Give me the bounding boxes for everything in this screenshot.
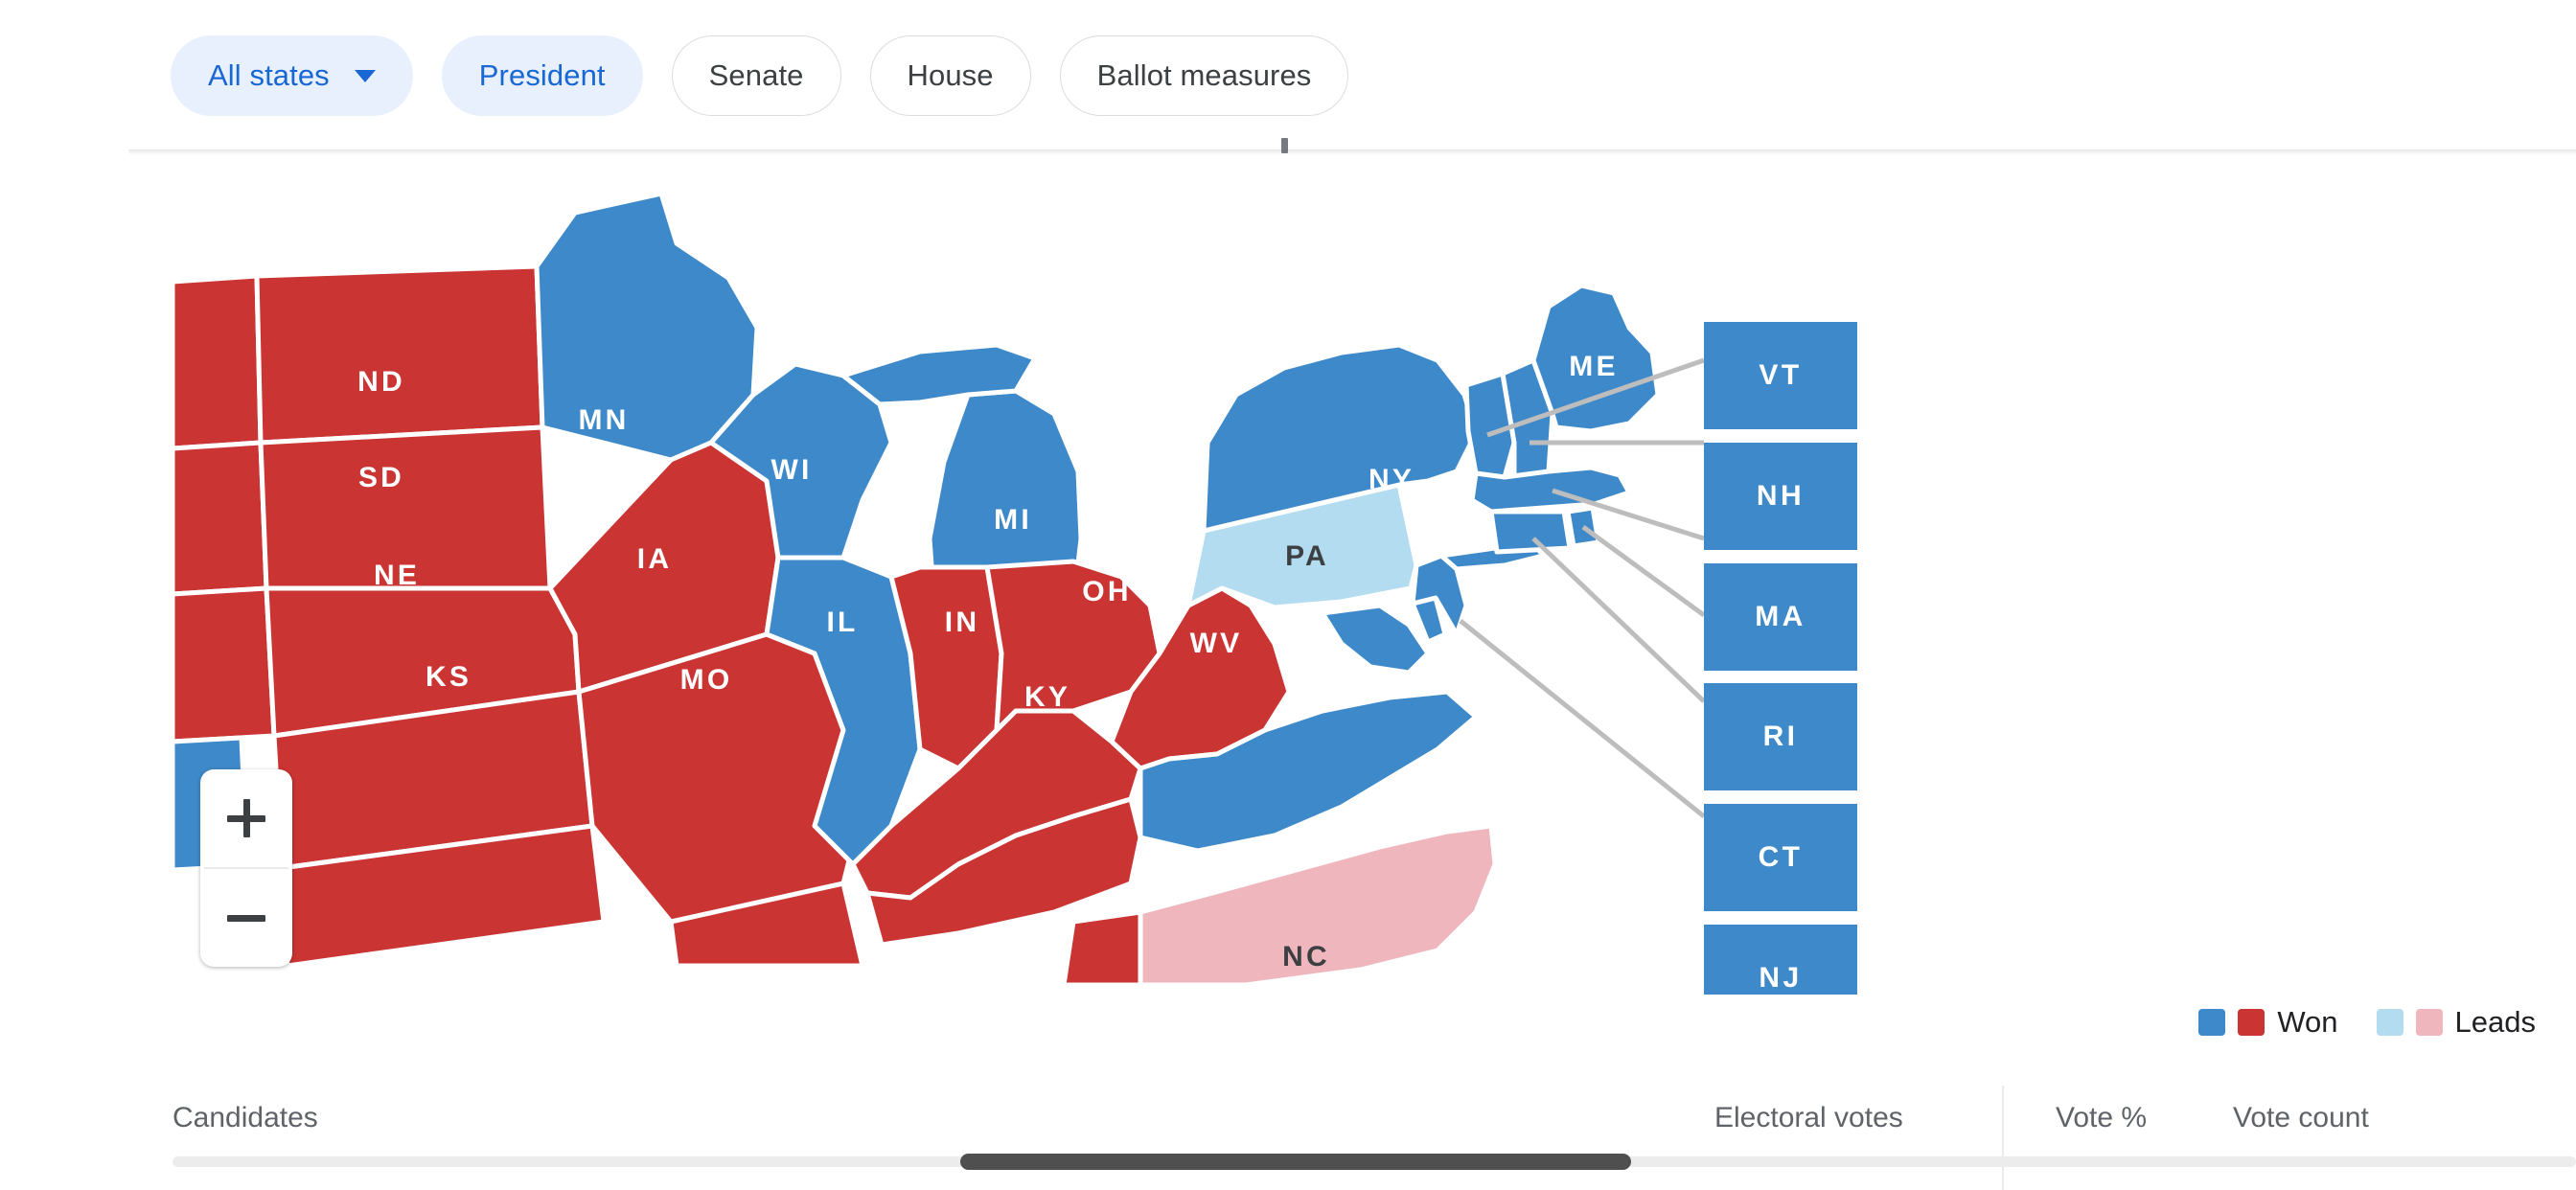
zoom-in-button[interactable] — [200, 769, 292, 867]
filter-all-states[interactable]: All states — [171, 35, 413, 116]
svg-text:VA: VA — [1312, 652, 1356, 684]
map-legend: Won Leads — [2198, 1005, 2536, 1040]
svg-text:NY: NY — [1368, 464, 1414, 495]
svg-text:ME: ME — [1569, 351, 1618, 382]
svg-text:WI: WI — [770, 454, 812, 486]
zoom-out-button[interactable] — [200, 869, 292, 967]
callout-ri[interactable]: RI — [1704, 683, 1857, 790]
callout-label-ct: CT — [1758, 841, 1804, 873]
legend-item-won: Won — [2198, 1005, 2338, 1040]
legend-swatch-leads-rep — [2415, 1009, 2443, 1036]
svg-text:NE: NE — [374, 560, 420, 591]
svg-text:SD: SD — [358, 462, 404, 493]
plus-icon-vertical — [242, 799, 250, 837]
filter-all-states-label: All states — [208, 58, 330, 92]
chevron-down-icon — [354, 69, 376, 82]
minus-icon — [227, 914, 265, 922]
legend-item-leads: Leads — [2376, 1005, 2536, 1040]
svg-text:IL: IL — [826, 606, 858, 638]
scroll-indicator-nub — [1281, 138, 1288, 153]
tab-ballot-measures-label: Ballot measures — [1096, 58, 1312, 92]
table-column-divider — [2002, 1086, 2004, 1190]
tab-senate-label: Senate — [708, 58, 804, 92]
column-header-candidates[interactable]: Candidates — [172, 1102, 318, 1134]
callout-label-nh: NH — [1756, 480, 1806, 512]
column-header-vote-percent[interactable]: Vote % — [2056, 1102, 2147, 1134]
legend-swatch-won-dem — [2198, 1009, 2226, 1036]
legend-label-won: Won — [2277, 1005, 2338, 1039]
results-table-header: Candidates Electoral votes Vote % Vote c… — [0, 1088, 2576, 1156]
tab-president[interactable]: President — [441, 35, 643, 116]
svg-text:IA: IA — [637, 543, 672, 575]
svg-text:IN: IN — [945, 606, 979, 638]
callout-ct[interactable]: CT — [1704, 804, 1857, 911]
svg-text:NC: NC — [1282, 941, 1330, 973]
svg-text:MI: MI — [994, 504, 1032, 536]
svg-text:PA: PA — [1285, 540, 1329, 572]
tab-house[interactable]: House — [869, 35, 1031, 116]
callout-label-nj: NJ — [1759, 962, 1803, 994]
callout-label-ri: RI — [1762, 721, 1799, 752]
filter-toolbar: All states President Senate House Ballot mea… — [0, 0, 2576, 151]
callout-nh[interactable]: NH — [1704, 443, 1857, 550]
svg-text:ND: ND — [357, 366, 405, 398]
legend-swatch-won-rep — [2238, 1009, 2266, 1036]
svg-text:KY: KY — [1024, 681, 1070, 713]
callout-label-ma: MA — [1755, 601, 1806, 632]
svg-text:WV: WV — [1190, 628, 1243, 659]
tab-house-label: House — [907, 58, 994, 92]
column-header-electoral-votes[interactable]: Electoral votes — [1714, 1102, 1903, 1134]
column-header-vote-count[interactable]: Vote count — [2233, 1102, 2369, 1134]
callout-label-vt: VT — [1759, 359, 1803, 391]
us-map-svg: .wd { fill:#3e89c9; } .wr { fill:#ca3433… — [170, 191, 1706, 988]
tab-president-label: President — [478, 58, 606, 92]
callout-vt[interactable]: VT — [1704, 322, 1857, 429]
svg-text:MO: MO — [680, 664, 733, 696]
svg-text:MN: MN — [578, 404, 629, 436]
legend-swatch-leads-dem — [2376, 1009, 2404, 1036]
svg-text:OH: OH — [1082, 576, 1131, 607]
svg-text:KS: KS — [426, 661, 472, 693]
tab-ballot-measures[interactable]: Ballot measures — [1059, 35, 1349, 116]
callout-ma[interactable]: MA — [1704, 563, 1857, 671]
horizontal-scrollbar-thumb[interactable] — [960, 1154, 1631, 1170]
legend-label-leads: Leads — [2454, 1005, 2536, 1039]
electoral-map[interactable]: .wd { fill:#3e89c9; } .wr { fill:#ca3433… — [0, 155, 2576, 995]
callout-nj[interactable]: NJ — [1704, 925, 1857, 995]
tab-senate[interactable]: Senate — [671, 35, 841, 116]
map-zoom-control — [200, 769, 292, 967]
